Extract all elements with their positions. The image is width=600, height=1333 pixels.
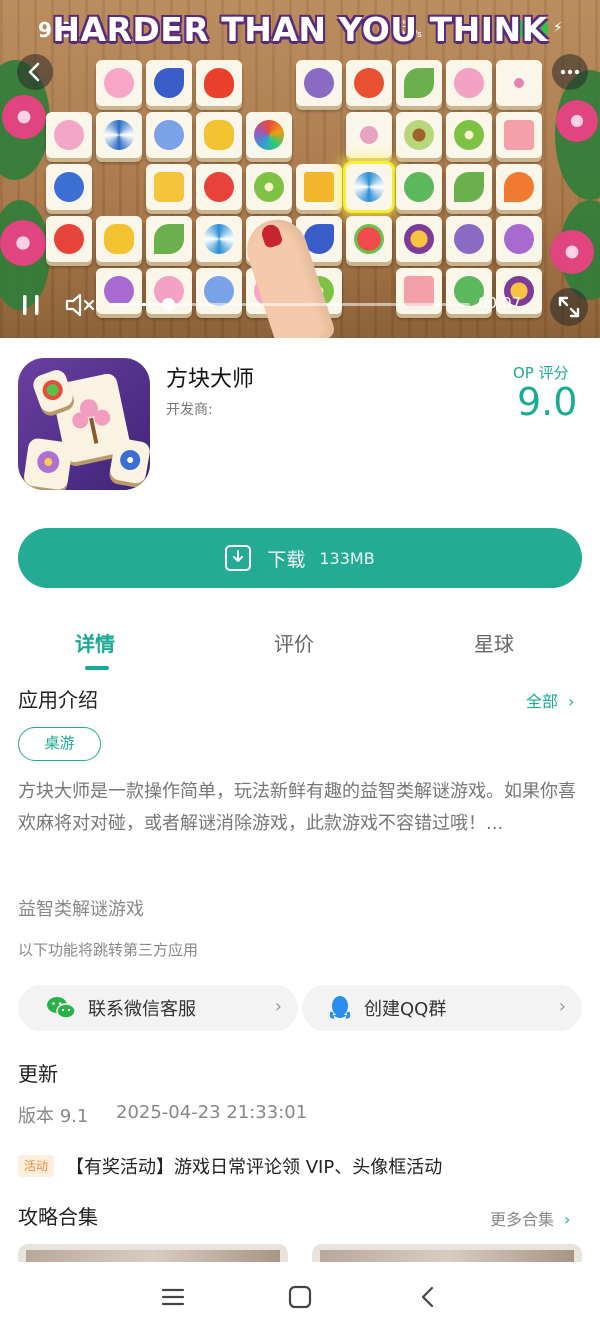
tile (246, 164, 292, 210)
tile (446, 60, 492, 106)
more-icon (560, 69, 580, 75)
back-icon (421, 1286, 434, 1308)
download-button[interactable]: 下载 133MB (18, 528, 582, 588)
activity-link[interactable]: 【有奖活动】游戏日常评论领 VIP、头像框活动 (66, 1153, 442, 1179)
tile (46, 216, 92, 262)
tile (246, 112, 292, 158)
wechat-service-label: 联系微信客服 (88, 999, 196, 1020)
download-label: 下载 (267, 548, 306, 571)
intro-all-link[interactable]: 全部 › (526, 688, 574, 712)
app-description: 方块大师是一款操作简单，玩法新鲜有趣的益智类解谜游戏。如果你喜欢麻将对对碰，或者… (18, 781, 576, 834)
tile-selected (346, 164, 392, 210)
tile (446, 164, 492, 210)
back-icon (28, 62, 40, 82)
tile (196, 60, 242, 106)
tile (46, 112, 92, 158)
download-size: 133MB (319, 548, 375, 568)
active-tab-indicator (85, 666, 109, 670)
flower-decoration (2, 95, 46, 139)
category-text: 益智类解谜游戏 (18, 899, 144, 920)
home-button[interactable] (287, 1284, 313, 1310)
back-button[interactable] (17, 54, 53, 90)
icon-tile (108, 437, 150, 485)
tile (296, 60, 342, 106)
video-progress-bar[interactable] (110, 298, 470, 311)
video-time: 00:07 (478, 294, 522, 312)
activity-badge: 活动 (18, 1155, 54, 1177)
tile (146, 164, 192, 210)
progress-knob[interactable] (161, 298, 175, 311)
tab-reviews[interactable]: 评价 (274, 628, 314, 657)
intro-title: 应用介绍 (18, 688, 98, 712)
tile (196, 216, 242, 262)
tile (496, 216, 542, 262)
guides-title: 攻略合集 (18, 1205, 98, 1229)
third-party-note: 以下功能将跳转第三方应用 (18, 941, 199, 959)
menu-icon (161, 1288, 185, 1306)
mute-icon (65, 293, 95, 317)
mute-button[interactable] (64, 290, 98, 320)
tile (396, 216, 442, 262)
tile (296, 164, 342, 210)
flower-decoration (0, 220, 46, 266)
tile (196, 112, 242, 158)
system-nav-bar (0, 1262, 600, 1333)
qq-icon (329, 996, 351, 1019)
tab-details[interactable]: 详情 (75, 628, 115, 657)
home-icon (288, 1285, 312, 1309)
rating-score: 9.0 (517, 380, 578, 424)
tile (496, 164, 542, 210)
tile (346, 216, 392, 262)
tile (346, 60, 392, 106)
tile (146, 216, 192, 262)
tab-planet[interactable]: 星球 (474, 628, 514, 657)
chevron-right-icon: › (558, 996, 566, 1017)
update-title: 更新 (18, 1062, 58, 1086)
tile (446, 112, 492, 158)
app-name: 方块大师 (166, 367, 255, 392)
tile (146, 112, 192, 158)
pause-icon (23, 295, 39, 315)
chevron-right-icon: › (274, 996, 282, 1017)
wechat-service-button[interactable]: 联系微信客服 › (18, 985, 298, 1031)
qq-group-label: 创建QQ群 (364, 999, 447, 1020)
video-controls: 00:07 (0, 282, 600, 326)
tile (96, 112, 142, 158)
video-headline: HARDER THAN YOU THINK (52, 10, 548, 49)
tile (196, 164, 242, 210)
tile (396, 112, 442, 158)
fullscreen-button[interactable] (550, 288, 588, 326)
download-icon (225, 545, 252, 571)
fullscreen-icon (558, 296, 580, 318)
tile (146, 60, 192, 106)
back-nav-button[interactable] (415, 1284, 441, 1310)
developer-label: 开发商: (166, 402, 213, 418)
tile (346, 112, 392, 158)
more-button[interactable] (552, 54, 588, 90)
chevron-right-icon: › (564, 1210, 571, 1229)
category-tag[interactable]: 桌游 (18, 727, 101, 761)
icon-tile (22, 437, 74, 490)
tile (96, 216, 142, 262)
tile (96, 60, 142, 106)
tile (496, 60, 542, 106)
update-date: 2025-04-23 21:33:01 (116, 1102, 308, 1123)
tile (46, 164, 92, 210)
version-text: 版本 9.1 (18, 1106, 89, 1127)
tile (396, 60, 442, 106)
tile (396, 164, 442, 210)
pause-button[interactable] (16, 290, 46, 320)
create-qq-group-button[interactable]: 创建QQ群 › (302, 985, 582, 1031)
chevron-right-icon: › (568, 692, 575, 711)
tile (446, 216, 492, 262)
menu-button[interactable] (160, 1284, 186, 1310)
flower-decoration (556, 100, 598, 142)
wechat-icon (47, 997, 76, 1019)
more-guides-link[interactable]: 更多合集 › (490, 1206, 570, 1230)
app-icon (18, 358, 150, 490)
tile (496, 112, 542, 158)
video-player[interactable]: 9:3 5G KB/s 99 ⚡ HARDER THAN YOU THINK 00… (0, 0, 600, 338)
